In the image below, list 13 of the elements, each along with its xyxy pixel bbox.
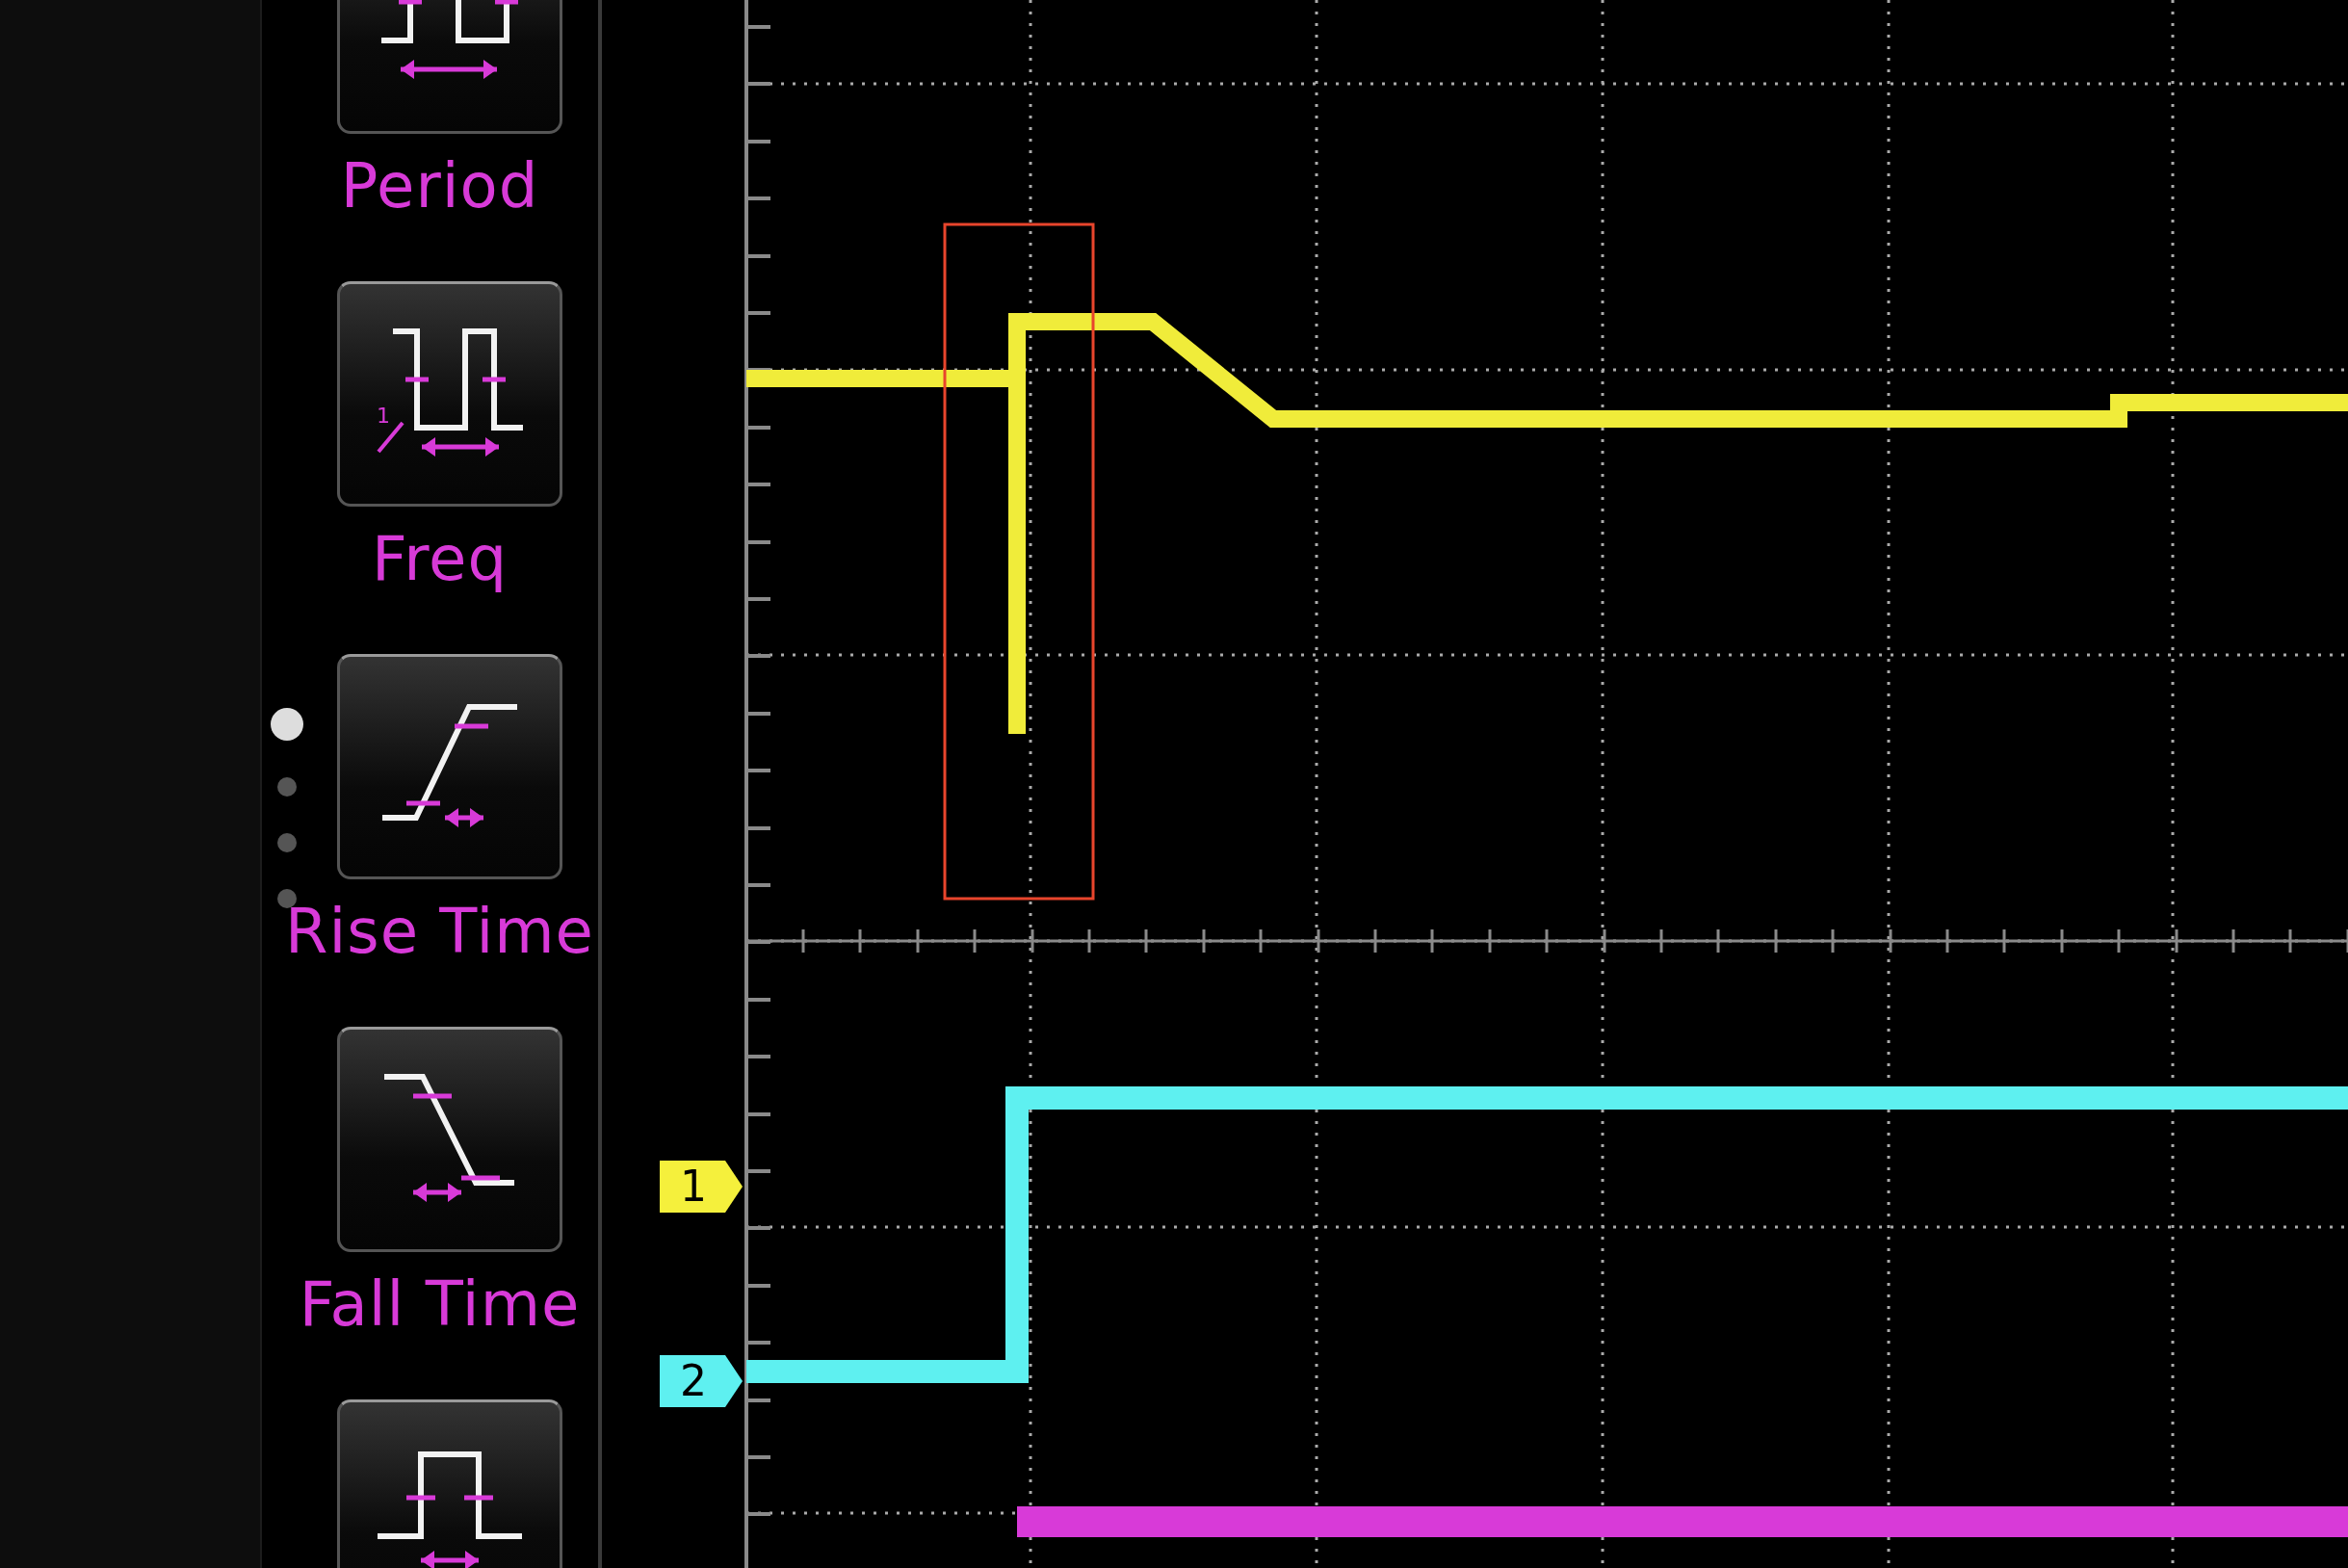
measurement-button[interactable] bbox=[336, 1027, 562, 1252]
measurement-button[interactable]: 1 bbox=[336, 281, 562, 507]
measurement-label: Fall Time bbox=[299, 1273, 581, 1335]
page-dot[interactable] bbox=[277, 833, 297, 852]
measurement-button[interactable] bbox=[336, 654, 562, 879]
measurement-label: Period bbox=[340, 155, 539, 217]
channel-marker: 1 bbox=[660, 1161, 743, 1213]
measurement-button[interactable] bbox=[336, 1399, 562, 1568]
page-dot[interactable] bbox=[277, 777, 297, 797]
falling-edge-icon bbox=[381, 1074, 517, 1205]
channel-marker: 2 bbox=[660, 1355, 743, 1407]
measurement-label: Rise Time bbox=[285, 901, 594, 962]
page-dot[interactable] bbox=[271, 708, 303, 741]
